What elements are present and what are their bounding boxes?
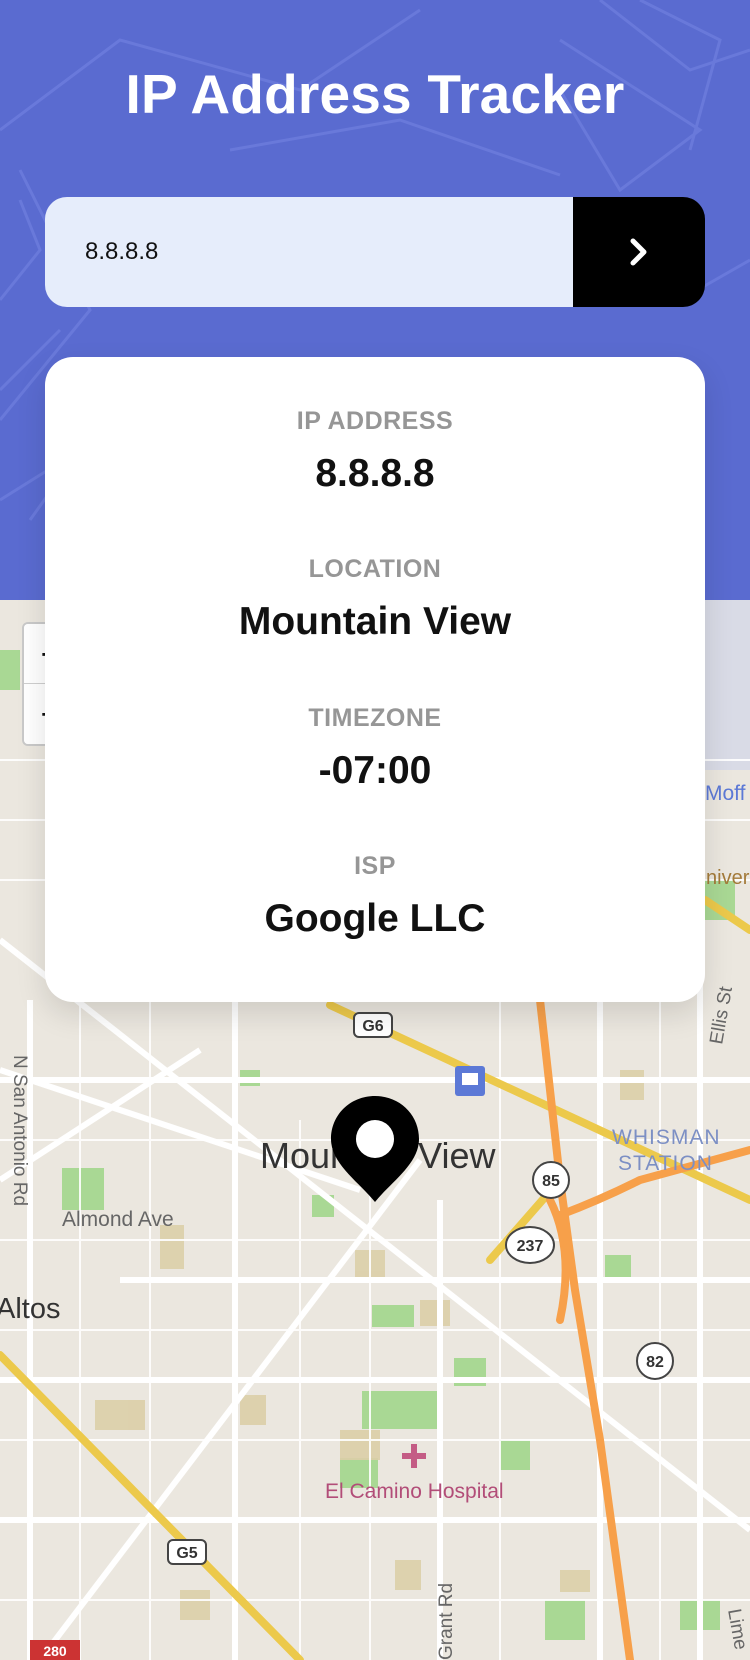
location-pin-icon[interactable] (329, 1094, 421, 1209)
route-label: G6 (362, 1018, 383, 1035)
isp-section: ISP Google LLC (45, 852, 705, 941)
route-label: 82 (646, 1354, 664, 1371)
isp-label: ISP (354, 852, 396, 880)
ip-address-section: IP ADDRESS 8.8.8.8 (45, 407, 705, 496)
timezone-section: TIMEZONE -07:00 (45, 704, 705, 793)
map-poi-label: niversi (706, 867, 750, 889)
route-label: G5 (176, 1545, 197, 1562)
route-label: 280 (43, 1643, 67, 1659)
map-city-label: Altos (0, 1293, 60, 1325)
map-area-label: STATION (618, 1152, 713, 1175)
search-submit-button[interactable] (573, 197, 705, 307)
page-title: IP Address Tracker (125, 63, 625, 125)
map-street-label: Grant Rd (436, 1583, 457, 1660)
location-label: LOCATION (308, 555, 442, 583)
map-poi-label: Moff (705, 782, 746, 805)
map-poi-label: El Camino Hospital (325, 1480, 504, 1503)
map-street-label: Almond Ave (62, 1208, 174, 1231)
location-section: LOCATION Mountain View (45, 555, 705, 644)
isp-value: Google LLC (264, 897, 486, 940)
ip-info-card: IP ADDRESS 8.8.8.8 LOCATION Mountain Vie… (45, 357, 705, 1002)
map-area-label: WHISMAN (612, 1126, 721, 1149)
ip-address-value: 8.8.8.8 (315, 452, 435, 495)
ip-address-label: IP ADDRESS (296, 407, 454, 435)
ip-search-bar (45, 197, 705, 307)
route-label: 237 (517, 1238, 544, 1255)
map-street-label: N San Antonio Rd (9, 1055, 30, 1206)
location-value: Mountain View (238, 600, 512, 643)
ip-search-input[interactable] (45, 197, 573, 307)
timezone-value: -07:00 (318, 749, 432, 792)
timezone-label: TIMEZONE (308, 704, 442, 732)
chevron-right-icon (630, 238, 647, 266)
route-label: 85 (542, 1173, 560, 1190)
location-pin-shape (331, 1096, 419, 1202)
